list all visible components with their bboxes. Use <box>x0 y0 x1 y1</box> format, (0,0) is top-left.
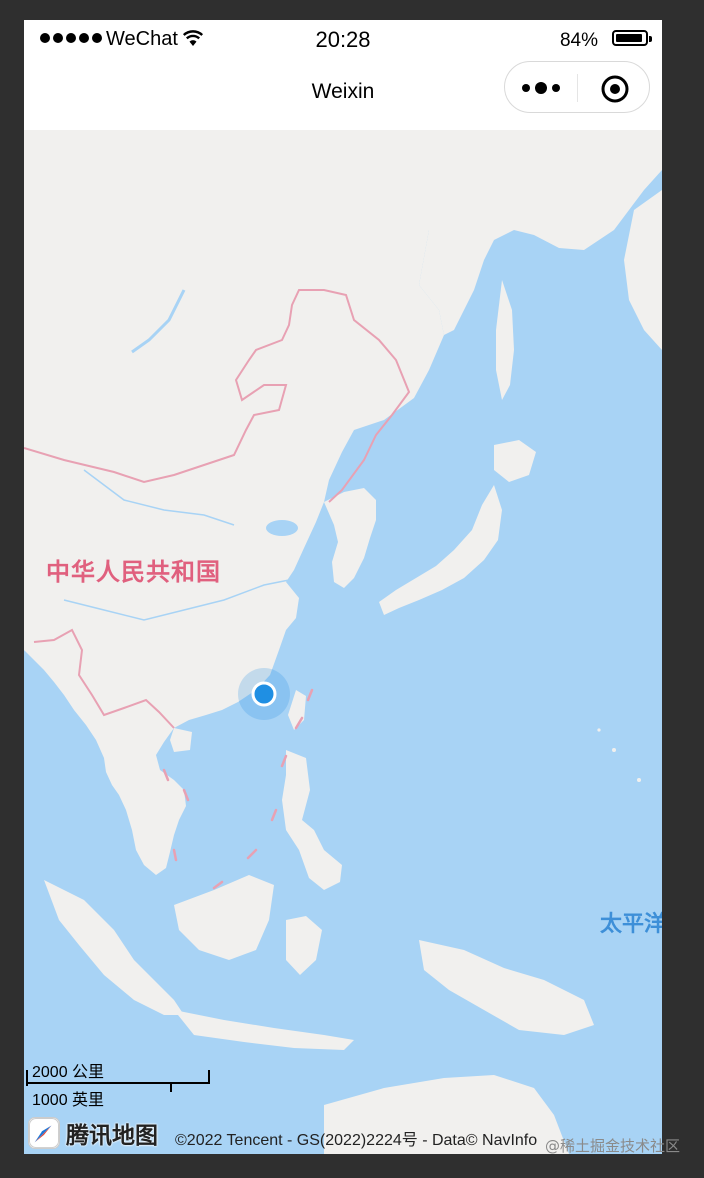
map-copyright: ©2022 Tencent - GS(2022)2224号 - Data© Na… <box>175 1132 538 1149</box>
target-close-icon[interactable] <box>600 74 630 104</box>
menu-capsule <box>504 61 650 113</box>
map-canvas[interactable] <box>24 130 662 1154</box>
scale-imperial: 1000 英里 <box>32 1092 105 1109</box>
phone-screen: WeChat 20:28 84% Weixin 中华人民共和国 太平洋 2000… <box>24 20 662 1154</box>
navigation-bar: Weixin <box>24 58 662 130</box>
more-dots-icon[interactable] <box>519 78 569 98</box>
compass-logo-icon <box>28 1117 60 1149</box>
capsule-divider <box>577 74 578 102</box>
location-dot <box>251 681 277 707</box>
status-bar: WeChat 20:28 84% <box>24 20 662 58</box>
battery-percent: 84% <box>559 30 598 51</box>
watermark: @稀土掘金技术社区 <box>544 1137 680 1155</box>
map-view[interactable]: 中华人民共和国 太平洋 2000 公里 1000 英里 腾讯地图 ©2022 T… <box>24 130 662 1154</box>
map-scale-bar: 2000 公里 1000 英里 <box>26 1052 216 1112</box>
land-hainan <box>170 728 192 752</box>
scale-metric: 2000 公里 <box>32 1064 105 1081</box>
map-provider-name: 腾讯地图 <box>66 1123 158 1149</box>
battery-icon <box>612 30 652 46</box>
ocean-label: 太平洋 <box>600 912 662 937</box>
map-provider-logo: 腾讯地图 <box>28 1116 158 1150</box>
country-label: 中华人民共和国 <box>46 558 221 586</box>
